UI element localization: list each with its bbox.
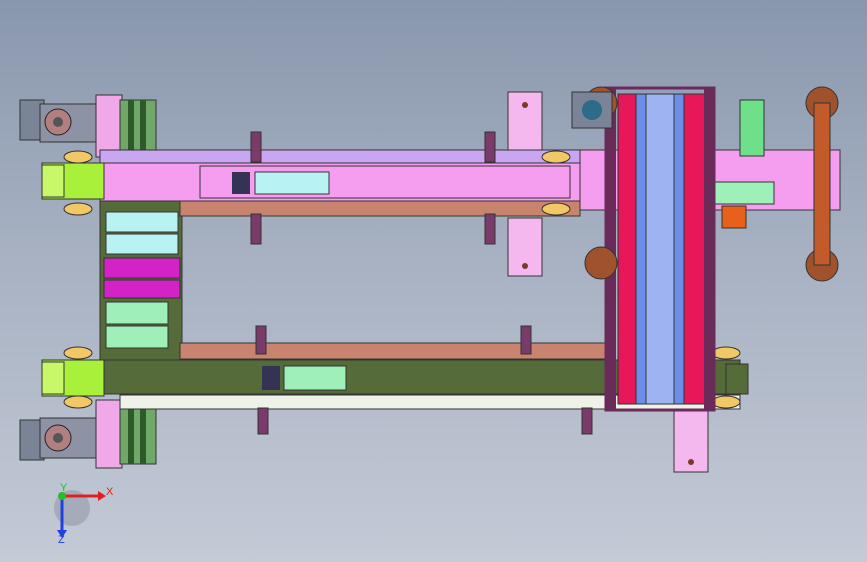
triad-origin-icon: X Y Z <box>54 482 114 546</box>
panel-mint-1 <box>105 301 169 325</box>
panel-cyan-1 <box>105 211 179 233</box>
panel-magenta-2 <box>103 279 181 299</box>
assembly-drawing[interactable]: X Y Z <box>0 0 867 562</box>
triad-y-label: Y <box>60 482 68 494</box>
motor-top-right[interactable] <box>571 91 613 129</box>
panel-cyan-2 <box>105 233 179 255</box>
frame-right[interactable] <box>579 86 841 412</box>
bracket-bottom-right[interactable] <box>673 409 709 473</box>
rail-salmon-bottom <box>179 342 611 360</box>
rail-lavender-top <box>99 149 581 165</box>
panel-mint-2 <box>105 325 169 349</box>
triad-x-label: X <box>106 486 114 498</box>
control-cabinet[interactable] <box>99 199 183 361</box>
rail-salmon-top <box>179 199 581 217</box>
cad-viewport[interactable]: X Y Z <box>0 0 867 562</box>
panel-magenta-1 <box>103 257 181 279</box>
triad-z-label: Z <box>58 534 65 546</box>
